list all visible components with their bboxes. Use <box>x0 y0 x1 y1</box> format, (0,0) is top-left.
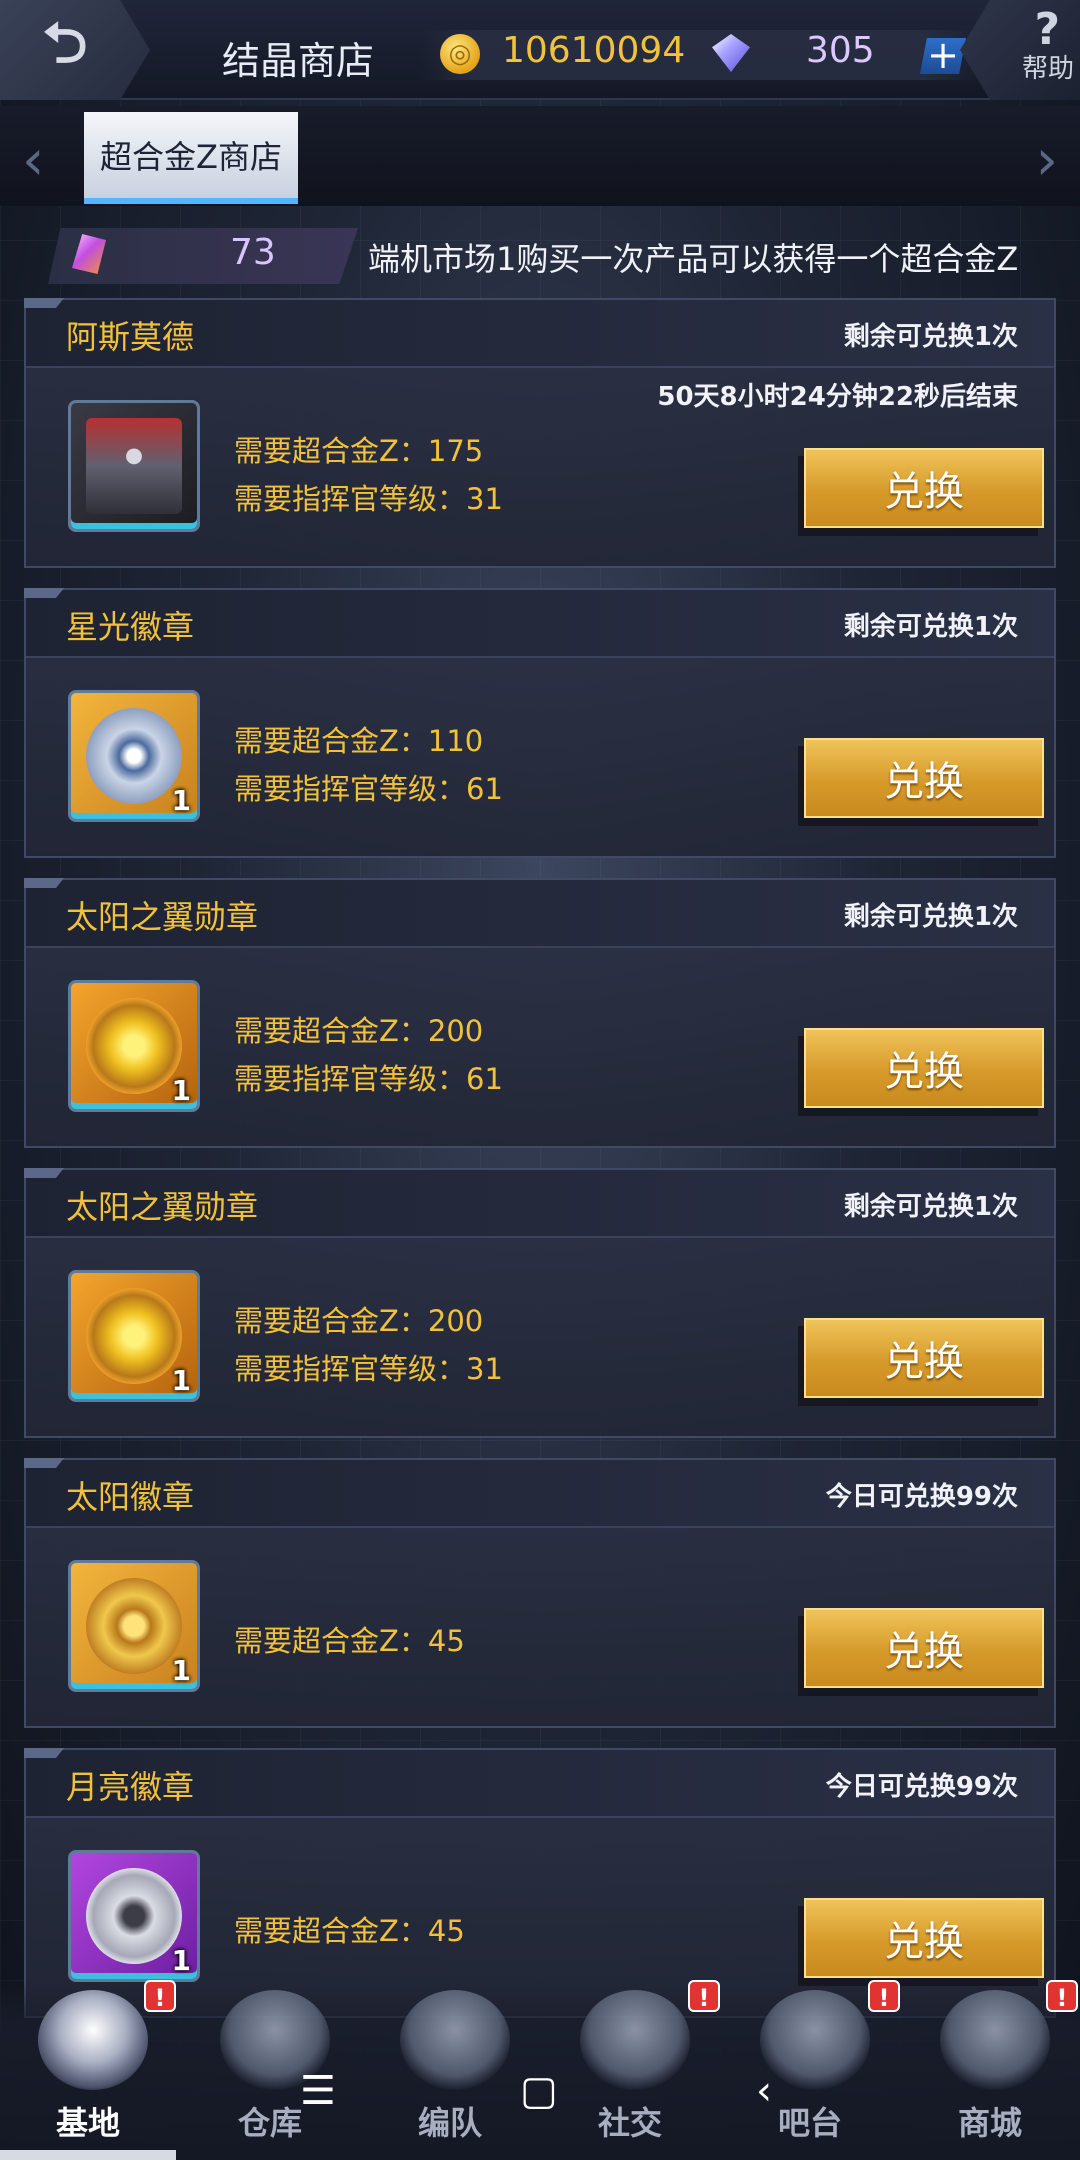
req-alloy: 需要超合金Z：200 <box>234 1014 484 1048</box>
handshake-icon <box>580 1990 690 2090</box>
help-label: 帮助 <box>1021 54 1074 84</box>
item-name: 月亮徽章 <box>66 1768 195 1806</box>
item-limit: 剩余可兑换1次 <box>843 1192 1018 1222</box>
diamond-balance: 305 <box>806 30 875 71</box>
nav-label: 社交 <box>597 2104 662 2142</box>
sun-wing-medal-icon[interactable]: 1 <box>68 980 200 1112</box>
nav-item-social[interactable]: ! 社交 <box>550 1980 720 2160</box>
moon-badge-icon[interactable]: 1 <box>68 1850 200 1982</box>
shop-item: 太阳之翼勋章 剩余可兑换1次 1 需要超合金Z：200 需要指挥官等级：31 兑… <box>24 1168 1056 1438</box>
shop-item: 太阳徽章 今日可兑换99次 1 需要超合金Z：45 兑换 <box>24 1458 1056 1728</box>
req-level: 需要指挥官等级：61 <box>234 772 503 806</box>
item-limit: 剩余可兑换1次 <box>843 612 1018 642</box>
exchange-button[interactable]: 兑换 <box>804 1318 1044 1398</box>
system-back-icon[interactable]: ‹ <box>756 2068 772 2114</box>
chevron-left-icon[interactable]: ‹ <box>22 128 44 193</box>
active-tab-indicator <box>0 2150 176 2160</box>
alert-badge: ! <box>1046 1980 1078 2012</box>
nav-label: 吧台 <box>777 2104 842 2142</box>
alert-badge: ! <box>144 1980 176 2012</box>
item-header: 星光徽章 剩余可兑换1次 <box>26 590 1054 658</box>
home-icon[interactable]: ▢ <box>520 2068 558 2114</box>
req-level: 需要指挥官等级：31 <box>234 482 503 516</box>
item-name: 阿斯莫德 <box>66 318 195 356</box>
back-arrow-icon: ⮌ <box>42 10 88 76</box>
item-name: 太阳之翼勋章 <box>66 1188 259 1226</box>
item-qty: 1 <box>171 784 191 817</box>
req-alloy: 需要超合金Z：45 <box>234 1914 465 1948</box>
item-header: 太阳之翼勋章 剩余可兑换1次 <box>26 880 1054 948</box>
menu-icon[interactable]: ☰ <box>300 2068 336 2114</box>
item-qty: 1 <box>171 1074 191 1107</box>
tab-alloy-z-shop[interactable]: 超合金Z商店 <box>84 112 298 204</box>
req-level: 需要指挥官等级：31 <box>234 1352 503 1386</box>
alert-badge: ! <box>868 1980 900 2012</box>
add-diamonds-button[interactable]: + <box>920 38 966 74</box>
nav-item-bar[interactable]: ! 吧台 <box>730 1980 900 2160</box>
base-icon <box>38 1990 148 2090</box>
mall-icon <box>940 1990 1050 2090</box>
shop-item: 阿斯莫德 剩余可兑换1次 50天8小时24分钟22秒后结束 需要超合金Z：175… <box>24 298 1056 568</box>
back-button[interactable]: ⮌ <box>0 0 150 100</box>
item-qty: 1 <box>171 1944 191 1977</box>
item-name: 太阳徽章 <box>66 1478 195 1516</box>
nav-item-formation[interactable]: 编队 <box>370 1980 530 2160</box>
exchange-button[interactable]: 兑换 <box>804 738 1044 818</box>
item-limit: 今日可兑换99次 <box>825 1482 1018 1512</box>
alloy-z-count: 73 <box>230 232 276 273</box>
sun-wing-medal-icon[interactable]: 1 <box>68 1270 200 1402</box>
shop-item: 月亮徽章 今日可兑换99次 1 需要超合金Z：45 兑换 <box>24 1748 1056 2018</box>
item-qty: 1 <box>171 1364 191 1397</box>
req-level: 需要指挥官等级：61 <box>234 1062 503 1096</box>
shop-item: 太阳之翼勋章 剩余可兑换1次 1 需要超合金Z：200 需要指挥官等级：61 兑… <box>24 878 1056 1148</box>
nav-label: 基地 <box>55 2104 120 2142</box>
exchange-button[interactable]: 兑换 <box>804 1898 1044 1978</box>
req-alloy: 需要超合金Z：175 <box>234 434 484 468</box>
item-qty: 1 <box>171 1654 191 1687</box>
promo-marquee: 端机市场1购买一次产品可以获得一个超合金Z <box>368 240 1019 278</box>
sun-badge-icon[interactable]: 1 <box>68 1560 200 1692</box>
exchange-button[interactable]: 兑换 <box>804 448 1044 528</box>
nav-label: 编队 <box>417 2104 482 2142</box>
tab-row: ‹ 超合金Z商店 › <box>0 106 1080 206</box>
item-header: 阿斯莫德 剩余可兑换1次 <box>26 300 1054 368</box>
req-alloy: 需要超合金Z：45 <box>234 1624 465 1658</box>
item-header: 太阳徽章 今日可兑换99次 <box>26 1460 1054 1528</box>
coin-balance: 10610094 <box>502 30 686 71</box>
robot-icon[interactable] <box>68 400 200 532</box>
exchange-button[interactable]: 兑换 <box>804 1028 1044 1108</box>
item-name: 星光徽章 <box>66 608 195 646</box>
star-badge-icon[interactable]: 1 <box>68 690 200 822</box>
shop-item: 星光徽章 剩余可兑换1次 1 需要超合金Z：110 需要指挥官等级：61 兑换 <box>24 588 1056 858</box>
item-name: 太阳之翼勋章 <box>66 898 259 936</box>
nav-item-mall[interactable]: ! 商城 <box>910 1980 1078 2160</box>
item-limit: 剩余可兑换1次 <box>843 902 1018 932</box>
alert-badge: ! <box>688 1980 720 2012</box>
exchange-button[interactable]: 兑换 <box>804 1608 1044 1688</box>
item-list: 阿斯莫德 剩余可兑换1次 50天8小时24分钟22秒后结束 需要超合金Z：175… <box>24 298 1056 2038</box>
req-alloy: 需要超合金Z：110 <box>234 724 484 758</box>
coin-icon: ◎ <box>440 34 480 74</box>
help-button[interactable]: ? 帮助 <box>960 0 1080 100</box>
item-limit: 剩余可兑换1次 <box>843 322 1018 352</box>
item-header: 太阳之翼勋章 剩余可兑换1次 <box>26 1170 1054 1238</box>
req-alloy: 需要超合金Z：200 <box>234 1304 484 1338</box>
item-header: 月亮徽章 今日可兑换99次 <box>26 1750 1054 1818</box>
nav-label: 商城 <box>957 2104 1022 2142</box>
item-timer: 50天8小时24分钟22秒后结束 <box>657 382 1018 412</box>
promo-row: 73 端机市场1购买一次产品可以获得一个超合金Z <box>0 222 1080 290</box>
bar-icon <box>760 1990 870 2090</box>
item-limit: 今日可兑换99次 <box>825 1772 1018 1802</box>
nav-item-base[interactable]: ! 基地 <box>8 1980 176 2160</box>
top-bar: ⮌ 结晶商店 ◎ 10610094 305 + ? 帮助 <box>0 0 1080 100</box>
formation-icon <box>400 1990 510 2090</box>
page-title: 结晶商店 <box>222 39 375 83</box>
chevron-right-icon[interactable]: › <box>1036 128 1058 193</box>
